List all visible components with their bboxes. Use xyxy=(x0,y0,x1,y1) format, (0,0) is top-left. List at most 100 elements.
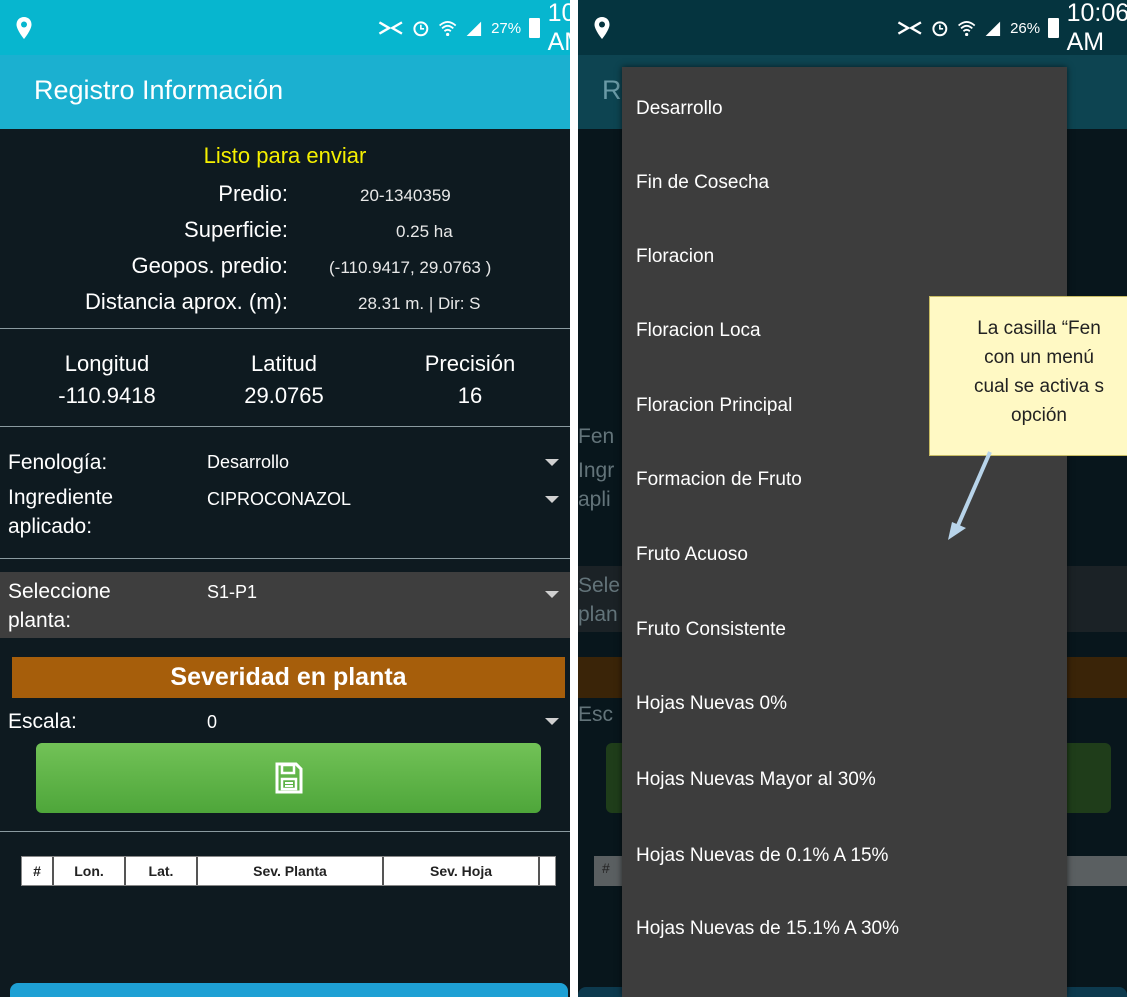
status-time: 10:06 AM xyxy=(1066,0,1127,56)
status-time: 10:03 AM xyxy=(547,0,570,56)
menu-item[interactable]: Hojas Nuevas 0% xyxy=(636,693,787,715)
status-icons: 27% 10:03 AM xyxy=(377,0,570,56)
info-label: Geopos. predio: xyxy=(131,253,288,278)
info-value: 20-1340359 xyxy=(360,186,451,205)
info-row-distancia: Distancia aprox. (m): 28.31 m. | Dir: S xyxy=(0,289,570,319)
app-title: R xyxy=(602,75,622,105)
menu-item[interactable]: Hojas Nuevas de 0.1% A 15% xyxy=(636,845,888,867)
table-header-cell: # xyxy=(22,857,54,885)
location-icon xyxy=(594,17,610,39)
longitud-value: -110.9418 xyxy=(58,383,156,408)
status-bar: 26% 10:06 AM xyxy=(578,0,1127,56)
escala-label: Escala: xyxy=(8,710,77,733)
menu-item[interactable]: Hojas Nuevas Mayor al 30% xyxy=(636,769,876,791)
callout-line: cual se activa s xyxy=(974,376,1104,397)
latitud-value: 29.0765 xyxy=(244,383,324,408)
planta-label: Seleccione xyxy=(8,580,111,603)
ghost-label: plan xyxy=(578,603,618,626)
wifi-icon xyxy=(958,21,976,37)
precision-block: Precisión 16 xyxy=(390,351,550,409)
save-icon xyxy=(275,762,302,794)
divider xyxy=(0,831,570,832)
menu-item[interactable]: Floracion xyxy=(636,246,714,268)
app-title: Registro Información xyxy=(34,75,284,105)
menu-item[interactable]: Desarrollo xyxy=(636,98,723,120)
info-value: (-110.9417, 29.0763 ) xyxy=(329,258,492,277)
ghost-label: Ingr xyxy=(578,459,615,482)
ingrediente-value: CIPROCONAZOL xyxy=(207,489,352,509)
wifi-icon xyxy=(439,21,457,37)
precision-label: Precisión xyxy=(424,351,516,376)
ghost-label: Sele xyxy=(578,574,621,597)
menu-item[interactable]: Fin de Cosecha xyxy=(636,172,769,194)
signal-icon xyxy=(897,21,922,35)
right-screen: 26% 10:06 AM R Fen Ingr apli Sele plan E… xyxy=(578,0,1127,997)
precision-value: 16 xyxy=(457,383,483,408)
signal-icon xyxy=(378,21,403,35)
menu-item[interactable]: Formacion de Fruto xyxy=(636,469,802,491)
table-header-cell: Sev. Planta xyxy=(198,857,384,885)
status-message: Listo para enviar xyxy=(203,143,367,168)
left-screen: 27% 10:03 AM Registro Información Listo … xyxy=(0,0,570,997)
alarm-icon xyxy=(413,21,429,37)
table-header-cell: Lon. xyxy=(54,857,126,885)
table-header-cell: Sev. Hoja xyxy=(384,857,540,885)
status-icons: 26% 10:06 AM xyxy=(896,0,1127,56)
ghost-label: Fen xyxy=(578,425,615,448)
menu-item[interactable]: Floracion Principal xyxy=(636,395,792,417)
info-label: Predio: xyxy=(218,181,288,206)
ghost-label: apli xyxy=(578,488,611,511)
cell-signal-icon xyxy=(985,21,1001,37)
info-label: Superficie: xyxy=(184,217,288,242)
fenologia-dropdown-menu: Desarrollo Fin de Cosecha Floracion Flor… xyxy=(622,67,1067,997)
battery-icon xyxy=(1048,18,1059,38)
severity-header: Severidad en planta xyxy=(12,657,565,698)
callout-line: La casilla “Fen xyxy=(977,318,1101,339)
longitud-label: Longitud xyxy=(64,351,150,376)
latitud-label: Latitud xyxy=(250,351,318,376)
menu-item[interactable]: Hojas Nuevas de 15.1% A 30% xyxy=(636,918,899,940)
status-bar: 27% 10:03 AM xyxy=(0,0,570,56)
latitud-block: Latitud 29.0765 xyxy=(204,351,364,409)
planta-value: S1-P1 xyxy=(207,582,258,602)
dropdown-arrow-icon xyxy=(545,591,559,598)
battery-percent: 26% xyxy=(1010,19,1041,37)
dropdown-arrow-icon xyxy=(545,718,559,725)
info-value: 28.31 m. | Dir: S xyxy=(358,294,481,313)
table-header-cell: Lat. xyxy=(126,857,198,885)
info-row-superficie: Superficie: 0.25 ha xyxy=(0,217,570,247)
escala-value: 0 xyxy=(207,712,218,732)
battery-icon xyxy=(529,18,540,38)
fenologia-value: Desarrollo xyxy=(207,452,290,472)
ghost-label: # xyxy=(602,860,610,876)
menu-item[interactable]: Floracion Loca xyxy=(636,320,761,342)
fenologia-label: Fenología: xyxy=(8,451,108,474)
save-button[interactable] xyxy=(36,743,541,813)
menu-item[interactable]: Fruto Acuoso xyxy=(636,544,748,566)
battery-percent: 27% xyxy=(491,19,522,37)
cell-signal-icon xyxy=(466,21,482,37)
ghost-label: Esc xyxy=(578,703,614,726)
divider xyxy=(0,328,570,329)
ingrediente-label-line2: aplicado: xyxy=(8,515,93,538)
form-content: Listo para enviar Predio: 20-1340359 Sup… xyxy=(0,129,570,997)
dropdown-arrow-icon xyxy=(545,459,559,466)
callout-line: opción xyxy=(1011,405,1067,426)
planta-select[interactable]: Seleccione planta: S1-P1 xyxy=(0,572,570,638)
app-bar: Registro Información xyxy=(0,55,570,129)
dropdown-arrow-icon xyxy=(545,496,559,503)
divider xyxy=(0,558,570,559)
longitud-block: Longitud -110.9418 xyxy=(27,351,187,409)
planta-label-line2: planta: xyxy=(8,609,72,632)
info-row-geopos: Geopos. predio: (-110.9417, 29.0763 ) xyxy=(0,253,570,283)
callout-arrow-icon xyxy=(948,451,992,540)
data-table-header: # Lon. Lat. Sev. Planta Sev. Hoja xyxy=(21,856,556,886)
menu-item[interactable]: Fruto Consistente xyxy=(636,619,786,641)
info-value: 0.25 ha xyxy=(396,222,453,241)
info-label: Distancia aprox. (m): xyxy=(85,289,288,314)
annotation-callout: La casilla “Fen con un menú cual se acti… xyxy=(929,296,1127,456)
info-row-predio: Predio: 20-1340359 xyxy=(0,181,570,211)
ingrediente-label: Ingrediente xyxy=(8,486,114,509)
bottom-action-bar[interactable] xyxy=(10,983,568,997)
callout-line: con un menú xyxy=(984,347,1094,368)
